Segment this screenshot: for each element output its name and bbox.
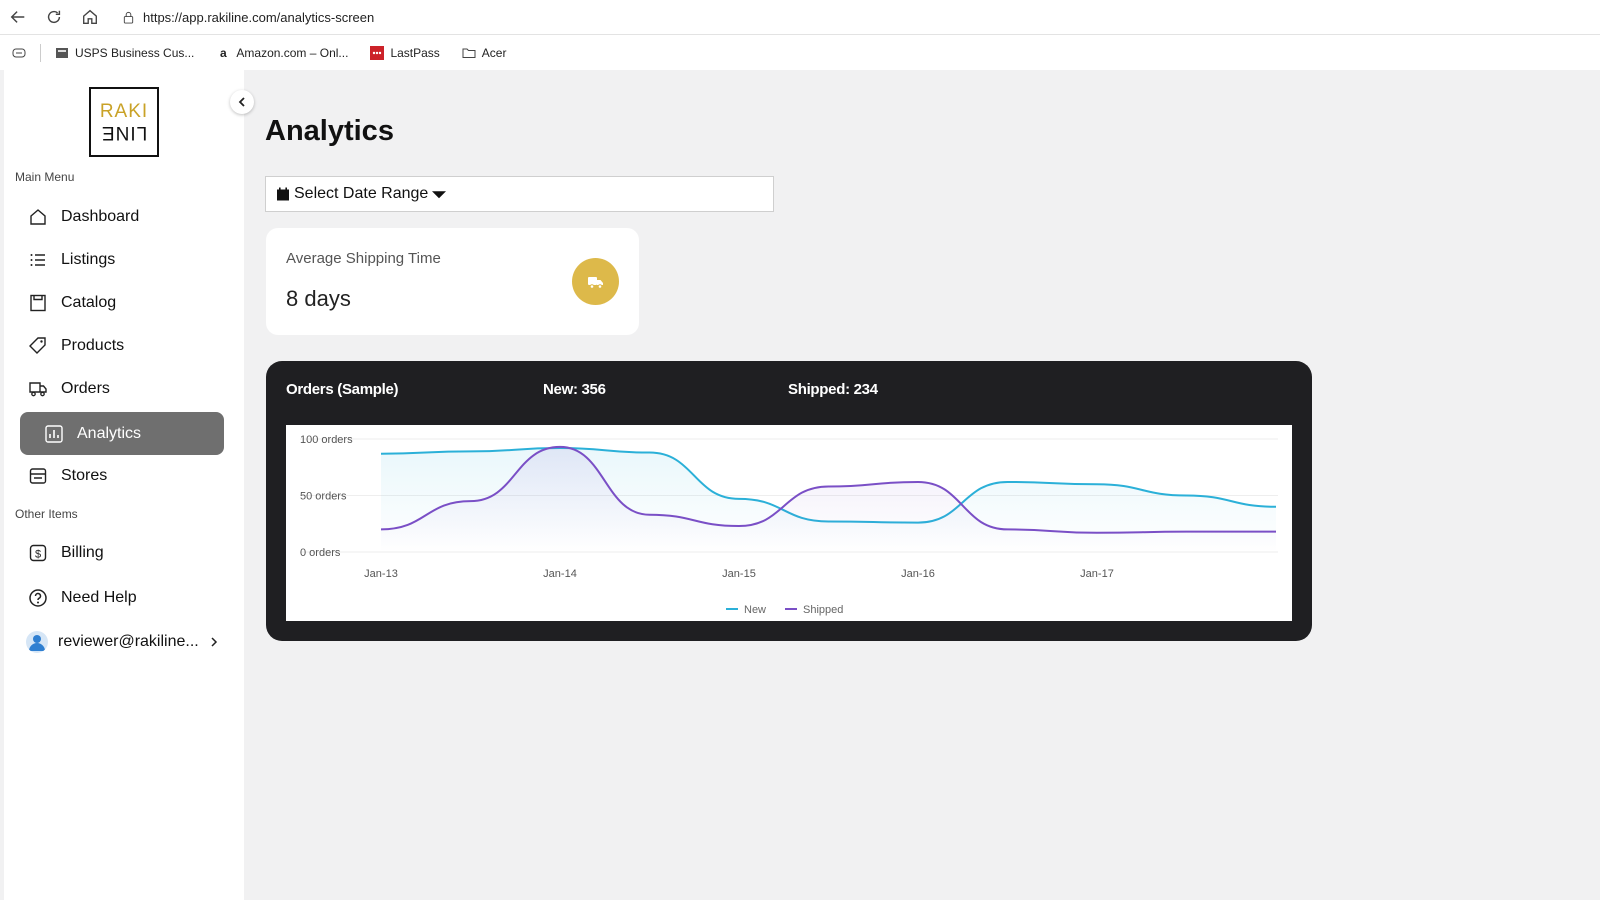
chart-svg: 0 orders 50 orders 100 orders Jan-13 Jan-14 J… — [300, 434, 1278, 616]
sidebar: RAKI LINE Main Menu Dashboard Listings C… — [4, 70, 254, 900]
orders-chart-card: Orders (Sample) New: 356 Shipped: 234 0 … — [266, 361, 1312, 641]
collapse-sidebar-button[interactable] — [230, 90, 254, 114]
reload-icon[interactable] — [36, 0, 72, 35]
catalog-icon — [30, 294, 46, 312]
analytics-icon — [45, 424, 63, 443]
caret-down-icon — [432, 191, 447, 199]
x-tick-label: Jan-13 — [364, 568, 398, 580]
x-tick-label: Jan-17 — [1080, 568, 1114, 580]
stat-value: 8 days — [286, 286, 351, 311]
tab-actions-icon[interactable] — [12, 46, 26, 60]
usps-icon — [55, 46, 69, 60]
bookmark-acer[interactable]: Acer — [462, 46, 506, 60]
home-browser-icon[interactable] — [72, 0, 108, 35]
other-items-label: Other Items — [15, 507, 78, 521]
calendar-icon — [277, 187, 289, 201]
bookmark-lastpass[interactable]: LastPass — [370, 45, 440, 60]
bookmarks-bar: USPS Business Cus... a Amazon.com – Onl.… — [0, 35, 1600, 70]
sidebar-item-products[interactable]: Products — [20, 325, 224, 367]
sidebar-item-listings[interactable]: Listings — [20, 239, 224, 281]
stat-label: Average Shipping Time — [286, 250, 441, 267]
lastpass-icon — [370, 45, 385, 60]
svg-text:$: $ — [35, 549, 41, 561]
shipped-orders-count: Shipped: 234 — [788, 381, 878, 398]
user-email: reviewer@rakiline... — [58, 633, 199, 650]
chevron-right-icon — [211, 637, 217, 647]
bookmark-divider — [40, 43, 41, 62]
amazon-icon: a — [220, 45, 227, 60]
y-tick-label: 0 orders — [300, 547, 341, 559]
new-orders-count: New: 356 — [543, 381, 606, 398]
shipping-truck-icon — [572, 258, 619, 305]
home-icon — [30, 209, 46, 225]
page-title: Analytics — [265, 115, 394, 147]
y-tick-label: 50 orders — [300, 491, 347, 503]
tag-icon — [29, 337, 46, 354]
orders-line-chart[interactable]: 0 orders 50 orders 100 orders Jan-13 Jan-14 J… — [286, 425, 1292, 621]
folder-icon — [462, 46, 476, 60]
sidebar-item-billing[interactable]: $ Billing — [20, 532, 224, 574]
sidebar-item-need-help[interactable]: Need Help — [20, 577, 224, 619]
x-tick-label: Jan-15 — [722, 568, 756, 580]
sidebar-item-catalog[interactable]: Catalog — [20, 282, 224, 324]
help-icon — [29, 589, 47, 607]
x-tick-label: Jan-16 — [901, 568, 935, 580]
y-tick-label: 100 orders — [300, 434, 353, 446]
date-range-dropdown[interactable]: Select Date Range — [265, 176, 774, 212]
chart-title: Orders (Sample) — [286, 381, 399, 398]
bookmark-amazon[interactable]: a Amazon.com – Onl... — [216, 46, 348, 60]
average-shipping-card: Average Shipping Time 8 days — [266, 228, 639, 335]
chevron-left-icon — [238, 97, 245, 107]
truck-icon — [29, 382, 47, 397]
sidebar-item-dashboard[interactable]: Dashboard — [20, 196, 224, 238]
sidebar-item-stores[interactable]: Stores — [20, 455, 224, 497]
x-tick-label: Jan-14 — [543, 568, 577, 580]
legend-label: Shipped — [803, 604, 843, 616]
url-text: https://app.rakiline.com/analytics-scree… — [143, 9, 375, 25]
sidebar-item-analytics[interactable]: Analytics — [20, 412, 224, 455]
rakiline-logo[interactable]: RAKI LINE — [89, 87, 159, 157]
legend-label: New — [744, 604, 766, 616]
bookmark-usps[interactable]: USPS Business Cus... — [55, 46, 194, 60]
lock-icon — [123, 11, 134, 24]
store-icon — [29, 468, 47, 484]
list-icon — [30, 254, 45, 266]
address-bar[interactable]: https://app.rakiline.com/analytics-scree… — [112, 3, 1600, 31]
avatar — [26, 631, 48, 653]
user-menu[interactable]: reviewer@rakiline... — [26, 630, 219, 654]
back-icon[interactable] — [0, 0, 36, 35]
dollar-icon: $ — [29, 544, 47, 562]
main-menu-label: Main Menu — [15, 170, 75, 184]
browser-toolbar: https://app.rakiline.com/analytics-scree… — [0, 0, 1600, 35]
sidebar-item-orders[interactable]: Orders — [20, 368, 224, 410]
